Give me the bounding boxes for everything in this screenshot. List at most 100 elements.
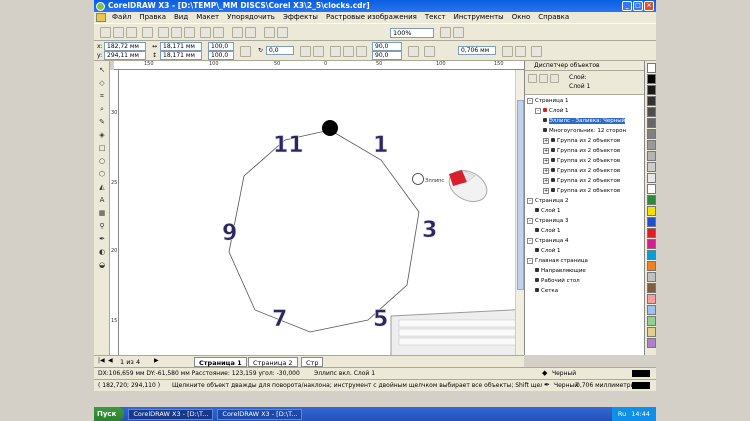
tree-row[interactable]: Эллипс - Заливка: Черный [525,117,643,126]
smart-fill-tool-icon[interactable]: ◈ [97,130,107,140]
menu-help[interactable]: Справка [534,12,573,23]
lock-ratio-icon[interactable] [240,46,251,57]
palette-swatch[interactable] [647,85,656,95]
tree-row[interactable]: + Группа из 2 объектов [525,177,643,186]
menu-edit[interactable]: Правка [135,12,170,23]
minimize-button[interactable]: _ [622,1,632,11]
next-page-icon[interactable]: ▶ [154,357,159,364]
tab-page-2[interactable]: Страница 2 [248,357,298,367]
start-angle-field[interactable]: 90,0 [372,42,402,51]
menu-layout[interactable]: Макет [192,12,223,23]
tab-page-3[interactable]: Стр [301,357,324,367]
tree-row[interactable]: - Слой 1 [525,107,643,116]
collapse-icon[interactable]: - [527,197,533,204]
layer-visibility-icon[interactable] [551,178,555,182]
height-field[interactable]: 18,171 мм [160,51,202,60]
palette-swatch[interactable] [647,272,656,282]
palette-swatch[interactable] [647,327,656,337]
import-icon[interactable] [232,27,243,38]
tree-row[interactable]: Сетка [525,287,643,296]
palette-swatch[interactable] [647,261,656,271]
taskbar-item-coreldraw-1[interactable]: CorelDRAW X3 - [D:\T... [128,408,214,420]
palette-swatch[interactable] [647,140,656,150]
clock-number-9[interactable]: 9 [222,221,238,247]
layer-visibility-icon[interactable] [535,228,539,232]
copy-icon[interactable] [171,27,182,38]
edit-across-layers-icon[interactable] [539,74,548,83]
tree-row[interactable]: + Группа из 2 объектов [525,147,643,156]
title-bar[interactable]: CorelDRAW X3 - [D:\TEMP\_MM DISCS\Corel … [94,0,656,12]
application-launcher-icon[interactable] [264,27,275,38]
mirror-vertical-icon[interactable] [313,46,324,57]
scale-y-field[interactable]: 100,0 [208,51,234,60]
prev-page-icon[interactable]: ◀ [108,357,113,364]
layer-visibility-icon[interactable] [551,188,555,192]
open-icon[interactable] [113,27,124,38]
menu-text[interactable]: Текст [421,12,450,23]
ellipse-icon[interactable] [330,46,341,57]
layer-visibility-icon[interactable] [535,278,539,282]
to-front-icon[interactable] [502,46,513,57]
tree-row[interactable]: - Страница 4 [525,237,643,246]
close-button[interactable]: × [644,1,654,11]
menu-view[interactable]: Вид [170,12,192,23]
layer-visibility-icon[interactable] [551,138,555,142]
palette-swatch[interactable] [647,206,656,216]
snap-to-icon[interactable] [440,27,451,38]
cut-icon[interactable] [158,27,169,38]
layer-visibility-icon[interactable] [535,248,539,252]
outline-swatch[interactable] [632,382,650,389]
menu-tools[interactable]: Инструменты [450,12,508,23]
language-indicator[interactable]: Ru [618,407,626,421]
show-properties-icon[interactable] [528,74,537,83]
palette-swatch[interactable] [647,338,656,348]
zoom-level-select[interactable]: 100% [390,28,434,38]
layer-visibility-icon[interactable] [551,168,555,172]
scrollbar-thumb[interactable] [517,100,524,290]
palette-swatch[interactable] [647,129,656,139]
palette-swatch[interactable] [647,250,656,260]
export-icon[interactable] [245,27,256,38]
y-position-field[interactable]: 294,11 мм [104,51,146,60]
collapse-icon[interactable]: - [527,237,533,244]
ellipse-tool-icon[interactable]: ○ [97,156,107,166]
black-ellipse[interactable] [322,120,338,136]
dodecagon-shape[interactable] [228,129,420,333]
tree-row[interactable]: Слой 1 [525,247,643,256]
eyedropper-tool-icon[interactable]: ⚲ [97,221,107,231]
horizontal-ruler[interactable]: 150 100 50 0 50 100 150 [114,61,524,70]
palette-swatch[interactable] [647,96,656,106]
palette-swatch[interactable] [647,195,656,205]
palette-swatch[interactable] [647,239,656,249]
interactive-fill-tool-icon[interactable]: ◒ [97,260,107,270]
clock-number-3[interactable]: 3 [422,218,438,244]
fill-tool-icon[interactable]: ◐ [97,247,107,257]
expand-icon[interactable]: + [543,147,549,154]
palette-swatch[interactable] [647,63,656,73]
palette-swatch[interactable] [647,228,656,238]
clock-number-5[interactable]: 5 [373,307,389,333]
tree-row[interactable]: - Главная страница [525,257,643,266]
fill-swatch[interactable] [632,370,650,377]
wrap-text-icon[interactable] [424,46,435,57]
tree-row[interactable]: + Группа из 2 объектов [525,137,643,146]
outline-tool-icon[interactable]: ✒ [97,234,107,244]
expand-icon[interactable]: + [543,137,549,144]
polygon-tool-icon[interactable]: ⬡ [97,169,107,179]
palette-swatch[interactable] [647,316,656,326]
start-button[interactable]: Пуск [94,407,125,421]
collapse-icon[interactable]: - [527,257,533,264]
palette-swatch[interactable] [647,118,656,128]
tab-page-1[interactable]: Страница 1 [194,357,247,367]
save-icon[interactable] [126,27,137,38]
first-page-icon[interactable]: |◀ [98,357,105,364]
tree-row[interactable]: Рабочий стол [525,277,643,286]
layer-visibility-icon[interactable] [535,208,539,212]
palette-swatch[interactable] [647,74,656,84]
maximize-button[interactable]: □ [633,1,643,11]
layer-visibility-icon[interactable] [543,128,547,132]
print-icon[interactable] [142,27,153,38]
palette-swatch[interactable] [647,305,656,315]
palette-swatch[interactable] [647,184,656,194]
tree-row[interactable]: + Группа из 2 объектов [525,157,643,166]
